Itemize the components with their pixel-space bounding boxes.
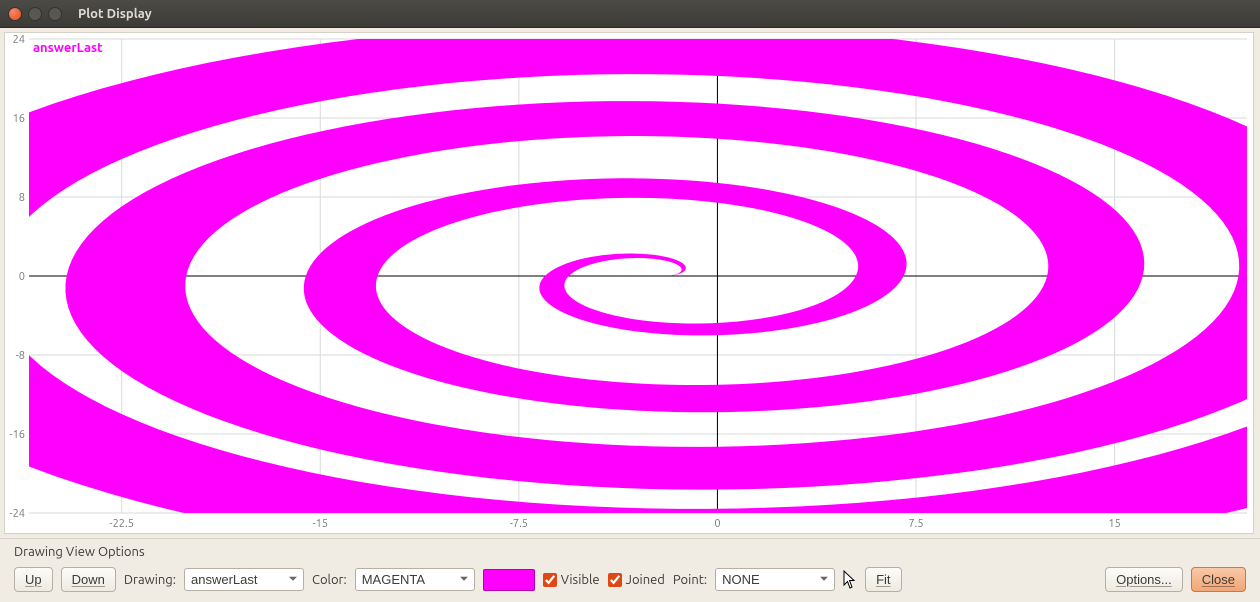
svg-text:7.5: 7.5 <box>908 518 923 530</box>
svg-text:8: 8 <box>19 192 25 204</box>
window-title: Plot Display <box>78 7 152 21</box>
options-button[interactable]: Options... <box>1105 567 1183 592</box>
point-select[interactable]: NONE <box>715 568 835 591</box>
controls-row: Up Down Drawing: answerLast Color: MAGEN… <box>14 567 1246 592</box>
point-label: Point: <box>673 573 707 587</box>
fit-button[interactable]: Fit <box>865 567 901 592</box>
color-label: Color: <box>312 573 347 587</box>
svg-text:-22.5: -22.5 <box>109 518 134 530</box>
svg-text:-24: -24 <box>9 508 25 520</box>
svg-text:15: 15 <box>1108 518 1120 530</box>
joined-label: Joined <box>626 573 665 587</box>
joined-checkbox[interactable] <box>608 573 622 587</box>
color-swatch[interactable] <box>483 569 535 591</box>
svg-text:24: 24 <box>13 34 25 46</box>
window-maximize-icon[interactable] <box>48 7 62 21</box>
plot-canvas: -22.5 -15 -7.5 0 7.5 15 -24 -16 -8 0 8 16 24 <box>5 33 1253 533</box>
window-close-icon[interactable] <box>8 7 22 21</box>
options-panel: Drawing View Options Up Down Drawing: an… <box>0 538 1260 602</box>
visible-checkbox[interactable] <box>543 573 557 587</box>
up-button[interactable]: Up <box>14 567 53 592</box>
drawing-select[interactable]: answerLast <box>184 568 304 591</box>
close-button[interactable]: Close <box>1191 567 1246 592</box>
svg-text:-7.5: -7.5 <box>510 518 528 530</box>
svg-text:0: 0 <box>714 518 720 530</box>
svg-text:-16: -16 <box>9 429 25 441</box>
window-titlebar: Plot Display <box>0 0 1260 28</box>
joined-checkbox-wrap[interactable]: Joined <box>608 573 665 587</box>
svg-text:16: 16 <box>13 113 25 125</box>
options-panel-title: Drawing View Options <box>14 545 1246 559</box>
visible-label: Visible <box>561 573 600 587</box>
series-legend: answerLast <box>33 41 103 55</box>
svg-text:-15: -15 <box>312 518 328 530</box>
svg-text:0: 0 <box>19 271 25 283</box>
cursor-icon <box>843 570 857 590</box>
drawing-label: Drawing: <box>124 573 176 587</box>
svg-text:-8: -8 <box>16 350 25 362</box>
plot-area[interactable]: -22.5 -15 -7.5 0 7.5 15 -24 -16 -8 0 8 16 24 answerL… <box>4 32 1254 534</box>
window-minimize-icon[interactable] <box>28 7 42 21</box>
visible-checkbox-wrap[interactable]: Visible <box>543 573 600 587</box>
color-select[interactable]: MAGENTA <box>355 568 475 591</box>
down-button[interactable]: Down <box>61 567 116 592</box>
